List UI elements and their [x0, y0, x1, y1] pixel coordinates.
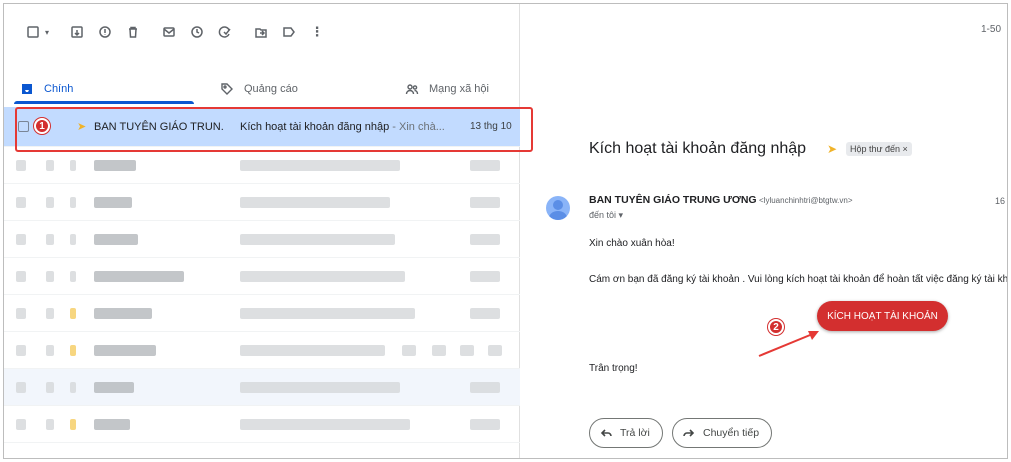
recipient-dropdown[interactable]: đến tôi ▾ — [589, 210, 623, 221]
email-list-pane: Chính Quảng cáo Mạng xã hội 1 ➤ BAN TUYÊ… — [4, 4, 520, 458]
category-tabs: Chính Quảng cáo Mạng xã hội — [4, 72, 520, 106]
forward-icon — [683, 429, 695, 437]
message-body: Cám ơn bạn đã đăng ký tài khoản . Vui lò… — [589, 274, 1008, 285]
forward-button-label: Chuyển tiếp — [703, 427, 760, 439]
forward-button[interactable]: Chuyển tiếp — [672, 418, 773, 448]
tab-promotions-label: Quảng cáo — [244, 83, 298, 95]
annotation-highlight-box — [15, 107, 533, 152]
tab-promotions[interactable]: Quảng cáo — [204, 72, 389, 106]
email-row-blurred[interactable] — [4, 406, 520, 443]
reading-pane: Kích hoạt tài khoản đăng nhập ➤ Hộp thư … — [521, 60, 1008, 458]
sender-avatar — [546, 196, 570, 220]
email-row-blurred[interactable] — [4, 184, 520, 221]
email-row-blurred[interactable] — [4, 295, 520, 332]
sender-email: <lyluanchinhtri@btgtw.vn> — [759, 196, 853, 205]
message-time: 16 — [994, 196, 1005, 206]
activate-account-button[interactable]: KÍCH HOẠT TÀI KHOẢN — [817, 301, 948, 331]
inbox-label-chip[interactable]: Hộp thư đến × — [846, 142, 912, 156]
annotation-arrow-icon — [758, 331, 819, 357]
reply-button-label: Trả lời — [620, 427, 650, 439]
reply-button[interactable]: Trả lời — [589, 418, 663, 448]
tab-social-label: Mạng xã hội — [429, 83, 489, 95]
email-row-blurred[interactable] — [4, 369, 520, 406]
inbox-icon — [22, 84, 32, 94]
message-subject: Kích hoạt tài khoản đăng nhập — [589, 140, 807, 157]
email-row-blurred[interactable] — [4, 258, 520, 295]
email-row-blurred[interactable] — [4, 332, 520, 369]
message-greeting: Xin chào xuân hòa! — [589, 238, 675, 249]
tab-primary-label: Chính — [44, 83, 74, 95]
sender-name: BAN TUYÊN GIÁO TRUNG ƯƠNG — [589, 194, 757, 206]
active-tab-indicator — [14, 101, 194, 104]
tab-social[interactable]: Mạng xã hội — [389, 72, 520, 106]
tab-primary[interactable]: Chính — [4, 72, 204, 106]
reply-icon — [600, 429, 612, 437]
page-count: 1-50 — [980, 24, 1001, 35]
message-closing: Trân trọng! — [589, 363, 638, 374]
email-list: 1 ➤ BAN TUYÊN GIÁO TRUN. Kích hoạt tài k… — [4, 107, 520, 443]
tag-icon — [221, 83, 233, 95]
email-row-blurred[interactable] — [4, 221, 520, 258]
people-icon — [405, 84, 419, 95]
importance-marker-icon[interactable]: ➤ — [827, 142, 837, 156]
gmail-window: ▾ ⋮ 1-50 Chính Quảng cáo Mạng xã hội 1 ➤… — [3, 3, 1008, 459]
email-row-blurred[interactable] — [4, 147, 520, 184]
